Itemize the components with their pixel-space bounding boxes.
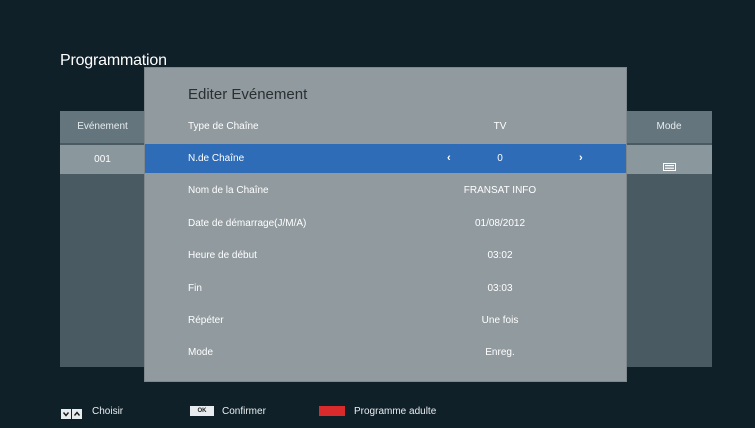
start-time-value: 03:02 <box>487 250 513 261</box>
mode-value: Enreg. <box>485 347 515 358</box>
footer-legend: Choisir OK Confirmer Programme adulte <box>0 400 755 428</box>
channel-type-row[interactable]: Type de Chaîne TV <box>145 112 626 141</box>
channel-type-label: Type de Chaîne <box>188 121 259 132</box>
repeat-row[interactable]: Répéter Une fois <box>145 306 626 335</box>
choose-label: Choisir <box>92 406 124 417</box>
event-column-header: Evénement <box>77 121 128 132</box>
dialog-title: Editer Evénement <box>188 86 308 103</box>
repeat-value: Une fois <box>481 315 519 326</box>
end-time-row[interactable]: Fin 03:03 <box>145 274 626 303</box>
end-time-value: 03:03 <box>487 283 513 294</box>
channel-type-value: TV <box>493 121 507 132</box>
start-date-row[interactable]: Date de démarrage(J/M/A) 01/08/2012 <box>145 209 626 238</box>
start-date-label: Date de démarrage(J/M/A) <box>188 218 307 229</box>
up-down-arrows-icon <box>61 406 82 424</box>
start-time-label: Heure de début <box>188 250 257 261</box>
channel-number-value: 0 <box>497 153 503 164</box>
mode-row[interactable]: Mode Enreg. <box>145 338 626 367</box>
start-time-row[interactable]: Heure de début 03:02 <box>145 241 626 270</box>
repeat-label: Répéter <box>188 315 224 326</box>
ok-key-icon: OK <box>190 406 214 416</box>
edit-event-dialog: Editer Evénement Type de Chaîne TV N.de … <box>145 68 626 381</box>
adult-programme-label: Programme adulte <box>354 406 437 417</box>
event-number: 001 <box>94 154 111 165</box>
channel-name-row[interactable]: Nom de la Chaîne FRANSAT INFO <box>145 176 626 205</box>
red-key-icon <box>319 406 345 416</box>
chevron-right-icon[interactable]: › <box>579 144 583 173</box>
record-icon <box>662 154 676 172</box>
start-date-value: 01/08/2012 <box>474 218 526 229</box>
channel-name-value: FRANSAT INFO <box>463 185 537 196</box>
end-time-label: Fin <box>188 283 202 294</box>
channel-name-label: Nom de la Chaîne <box>188 185 269 196</box>
event-mode <box>626 145 712 174</box>
channel-number-row[interactable]: N.de Chaîne ‹ 0 › <box>145 144 626 173</box>
mode-label: Mode <box>188 347 214 358</box>
mode-column-header: Mode <box>656 121 682 132</box>
confirm-label: Confirmer <box>222 406 266 417</box>
channel-number-label: N.de Chaîne <box>188 153 245 164</box>
